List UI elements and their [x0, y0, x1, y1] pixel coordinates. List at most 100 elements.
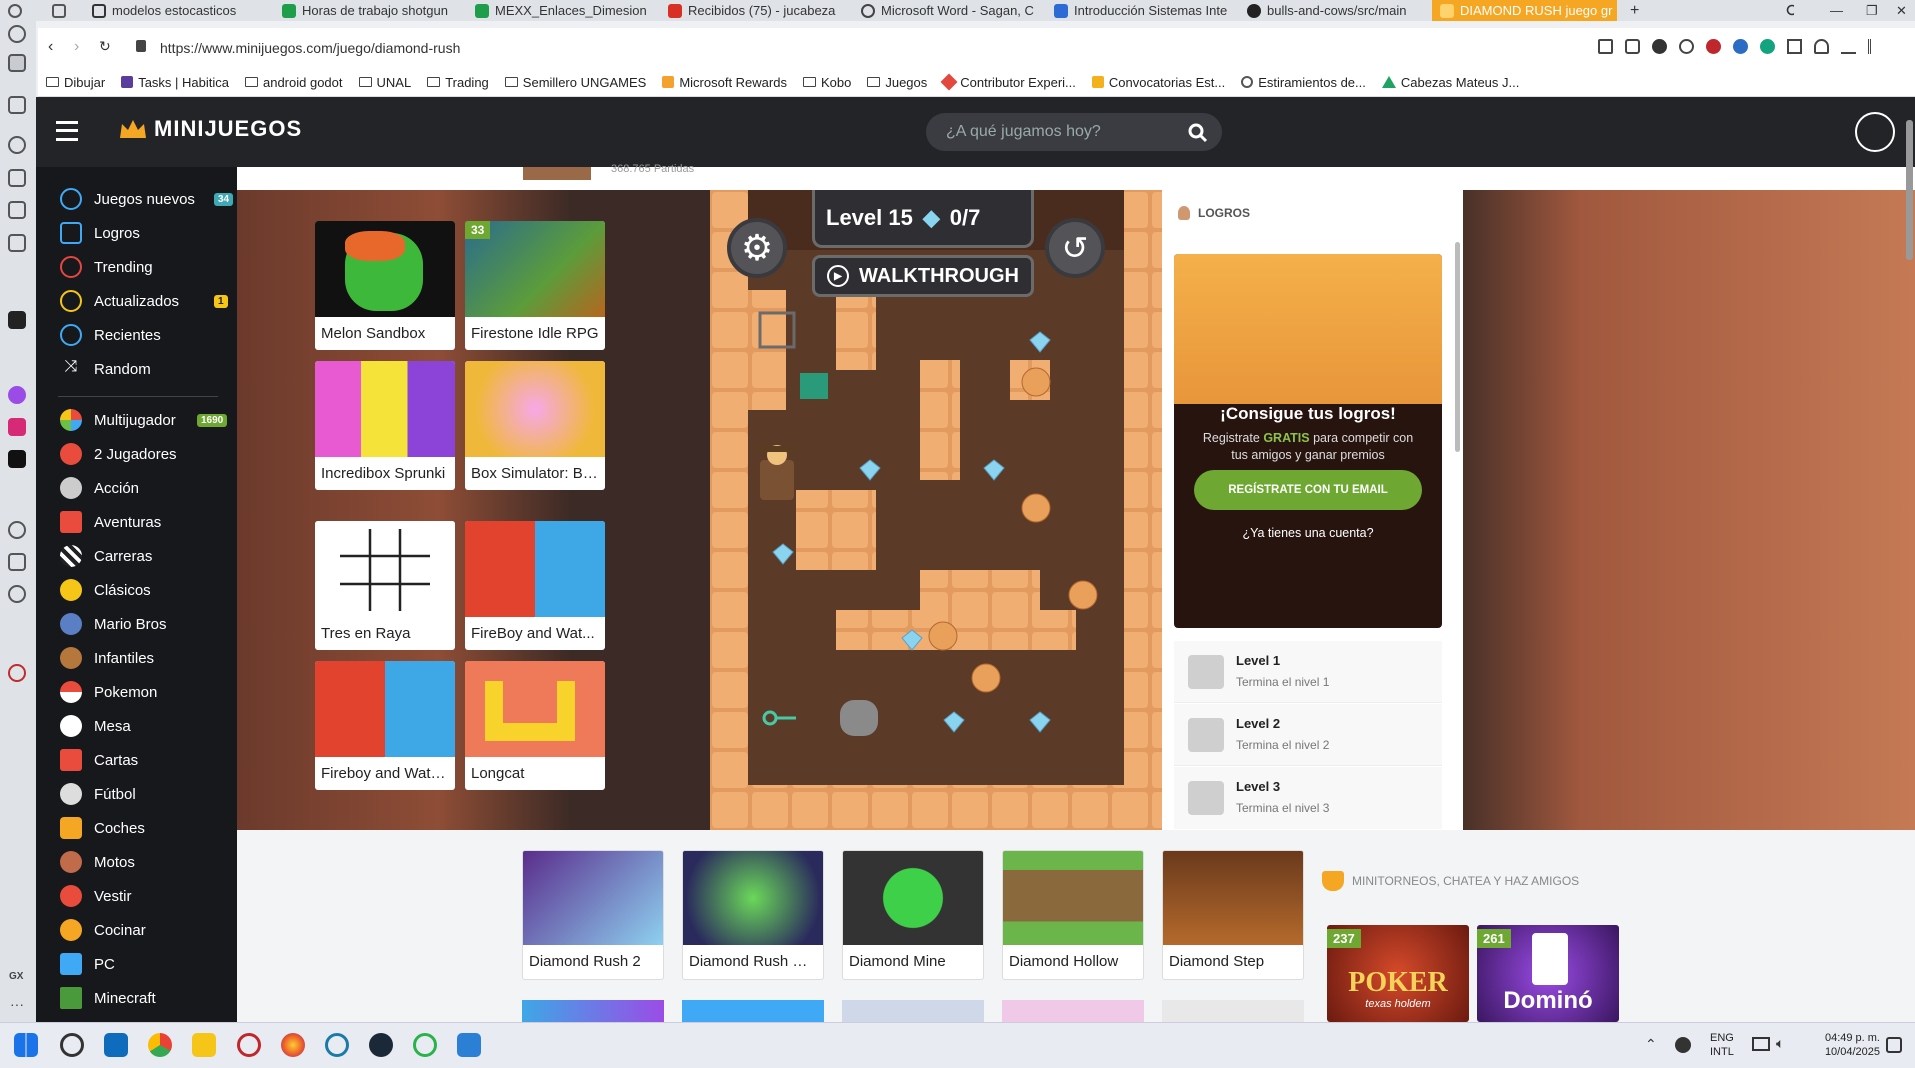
- tab-horas[interactable]: Horas de trabajo shotgun: [274, 0, 454, 21]
- hamburger-menu-icon[interactable]: [56, 121, 78, 141]
- cube-ext-icon[interactable]: [1787, 39, 1802, 54]
- profile-icon[interactable]: [1814, 39, 1829, 54]
- xbox-icon[interactable]: [413, 1033, 437, 1057]
- related-game-diamond-hollow[interactable]: Diamond Hollow: [1002, 850, 1144, 980]
- related-game-diamond-rush-2[interactable]: Diamond Rush 2: [522, 850, 664, 980]
- notifications-icon[interactable]: [1886, 1037, 1902, 1053]
- game-card-fireboy-watergirl-2[interactable]: FireBoy and Wat...: [465, 521, 605, 650]
- heart-icon[interactable]: [1679, 39, 1694, 54]
- game-card-firestone[interactable]: Firestone Idle RPG 33: [465, 221, 605, 350]
- sidebar-item-clasicos[interactable]: Clásicos: [60, 579, 151, 601]
- search-icon[interactable]: [1188, 123, 1208, 146]
- package-icon[interactable]: [8, 169, 26, 187]
- game-card-incredibox[interactable]: Incredibox Sprunki: [315, 361, 455, 490]
- achievement-item[interactable]: Level 2 Termina el nivel 2: [1174, 704, 1442, 766]
- file-explorer-icon[interactable]: [192, 1033, 216, 1057]
- bookmark-trading[interactable]: Trading: [427, 75, 489, 90]
- back-icon[interactable]: ‹: [48, 38, 53, 56]
- bookmark-cabezas[interactable]: Cabezas Mateus J...: [1381, 75, 1519, 90]
- sidebar-item-vestir[interactable]: Vestir: [60, 885, 132, 907]
- bookmark-kobo[interactable]: Kobo: [802, 75, 851, 90]
- bookmark-estiramientos[interactable]: Estiramientos de...: [1241, 75, 1366, 90]
- game-card-longcat[interactable]: Longcat: [465, 661, 605, 790]
- tab-overview-icon[interactable]: [44, 0, 72, 21]
- minitorneo-domino[interactable]: 261 Dominó: [1477, 925, 1619, 1022]
- sidebar-item-futbol[interactable]: Fútbol: [60, 783, 136, 805]
- sidebar-item-minecraft[interactable]: Minecraft: [60, 987, 156, 1009]
- tab-intro[interactable]: Introducción Sistemas Inte: [1046, 0, 1231, 21]
- search-icon[interactable]: [60, 1033, 84, 1057]
- steam-icon[interactable]: [369, 1033, 393, 1057]
- bookmark-android-godot[interactable]: android godot: [244, 75, 343, 90]
- bookmark-unal[interactable]: UNAL: [358, 75, 411, 90]
- home-icon[interactable]: [8, 54, 26, 72]
- sidebar-item-mesa[interactable]: Mesa: [60, 715, 131, 737]
- camera-icon[interactable]: [1625, 39, 1640, 54]
- extension-blue-icon[interactable]: [1733, 39, 1748, 54]
- login-link[interactable]: ¿Ya tienes una cuenta?: [1174, 526, 1442, 540]
- related-game-diamond-rush-m[interactable]: Diamond Rush M...: [682, 850, 824, 980]
- related-game-diamond-step[interactable]: Diamond Step: [1162, 850, 1304, 980]
- chrome-icon[interactable]: [148, 1033, 172, 1057]
- vscode-icon[interactable]: [457, 1033, 481, 1057]
- sidebar-item-mario-bros[interactable]: Mario Bros: [60, 613, 167, 635]
- twitch-icon[interactable]: [8, 311, 26, 329]
- bookmark-habitica[interactable]: Tasks | Habitica: [121, 75, 229, 90]
- reload-icon[interactable]: ↻: [99, 38, 111, 55]
- restore-icon[interactable]: ❐: [1858, 0, 1882, 21]
- related-game-partial[interactable]: [682, 1000, 824, 1022]
- register-email-button[interactable]: REGÍSTRATE CON TU EMAIL: [1194, 470, 1422, 510]
- music-icon[interactable]: [8, 234, 26, 252]
- clock-icon[interactable]: [8, 521, 26, 539]
- related-game-partial[interactable]: [1162, 1000, 1304, 1022]
- shield-icon[interactable]: [1652, 39, 1667, 54]
- related-game-partial[interactable]: [1002, 1000, 1144, 1022]
- achievements-scrollbar[interactable]: [1455, 242, 1460, 452]
- cube-icon[interactable]: [8, 553, 26, 571]
- minitorneo-poker[interactable]: 237 POKER texas holdem: [1327, 925, 1469, 1022]
- minimize-icon[interactable]: —: [1822, 0, 1846, 21]
- sidebar-item-accion[interactable]: Acción: [60, 477, 139, 499]
- volume-icon[interactable]: 🔈︎: [1776, 1035, 1784, 1052]
- app-spiral-icon[interactable]: [325, 1033, 349, 1057]
- opera-menu-icon[interactable]: [0, 0, 30, 21]
- extension-opera-icon[interactable]: [1706, 39, 1721, 54]
- clock[interactable]: 04:49 p. m. 10/04/2025: [1800, 1031, 1880, 1059]
- sidebar-item-logros[interactable]: Logros: [60, 222, 140, 244]
- video-icon[interactable]: [8, 201, 26, 219]
- sidebar-item-pc[interactable]: PC: [60, 953, 115, 975]
- tray-chevron-icon[interactable]: ⌃: [1645, 1036, 1657, 1053]
- bookmark-convocatorias[interactable]: Convocatorias Est...: [1091, 75, 1225, 90]
- extension-green-icon[interactable]: [1760, 39, 1775, 54]
- game-card-fireboy-watergirl-5[interactable]: Fireboy and Wate...: [315, 661, 455, 790]
- windows-start-icon[interactable]: [14, 1033, 38, 1057]
- achievement-item[interactable]: Level 1 Termina el nivel 1: [1174, 641, 1442, 703]
- related-game-partial[interactable]: [842, 1000, 984, 1022]
- bookmark-semillero[interactable]: Semillero UNGAMES: [504, 75, 646, 90]
- download-icon[interactable]: [1841, 39, 1856, 54]
- menu-icon[interactable]: [1868, 39, 1883, 54]
- related-game-diamond-mine[interactable]: Diamond Mine: [842, 850, 984, 980]
- edit-icon[interactable]: [1598, 39, 1613, 54]
- user-account-icon[interactable]: [1855, 112, 1895, 152]
- refresh-icon[interactable]: [8, 136, 26, 154]
- game-card-tres-en-raya[interactable]: Tres en Raya: [315, 521, 455, 650]
- sidebar-item-pokemon[interactable]: Pokemon: [60, 681, 157, 703]
- tray-app-icon[interactable]: [1675, 1037, 1691, 1053]
- sidebar-item-trending[interactable]: Trending: [60, 256, 153, 278]
- bookmark-dibujar[interactable]: Dibujar: [46, 75, 105, 90]
- sidebar-item-infantiles[interactable]: Infantiles: [60, 647, 154, 669]
- sidebar-item-aventuras[interactable]: Aventuras: [60, 511, 161, 533]
- more-icon[interactable]: ···: [10, 996, 24, 1012]
- sidebar-item-juegos-nuevos[interactable]: Juegos nuevos: [60, 188, 195, 210]
- forward-icon[interactable]: ›: [74, 38, 79, 56]
- tab-modelos[interactable]: modelos estocasticos: [84, 0, 274, 21]
- site-search-input[interactable]: ¿A qué jugamos hoy?: [926, 113, 1222, 151]
- history-back-icon[interactable]: [8, 25, 26, 43]
- tab-gmail[interactable]: Recibidos (75) - jucabeza: [660, 0, 845, 21]
- achievement-item[interactable]: Level 3 Termina el nivel 3: [1174, 767, 1442, 829]
- x-twitter-icon[interactable]: [8, 450, 26, 468]
- gamepad-icon[interactable]: [8, 96, 26, 114]
- walkthrough-button[interactable]: ▶ WALKTHROUGH: [812, 255, 1034, 297]
- site-logo[interactable]: MINIJUEGOS: [118, 116, 302, 142]
